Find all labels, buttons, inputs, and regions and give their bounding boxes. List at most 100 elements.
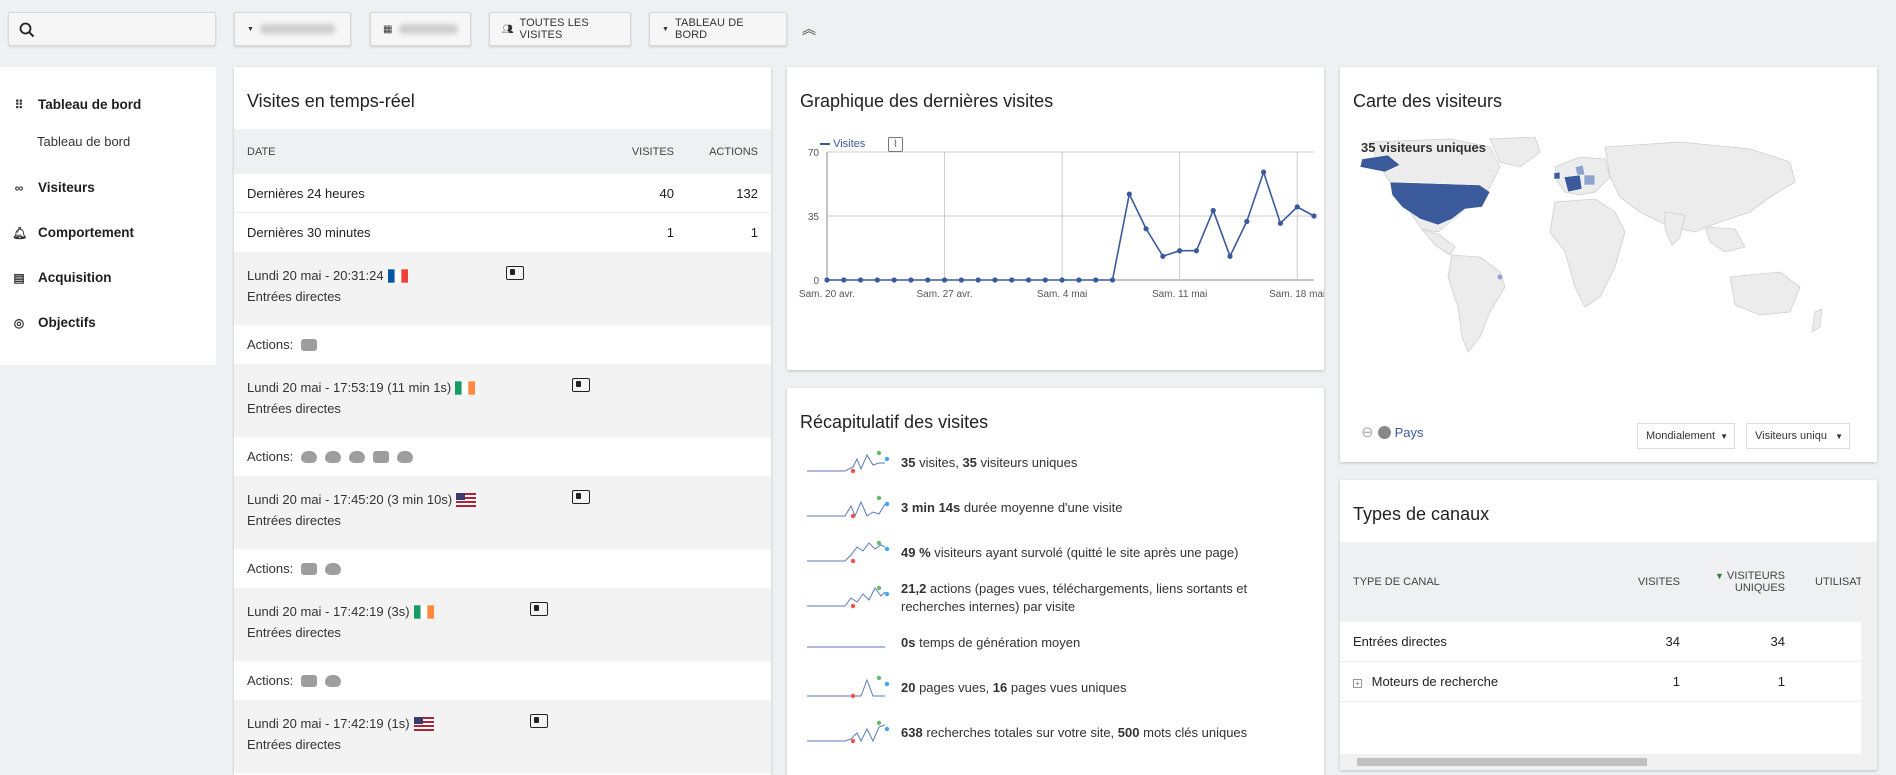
download-icon[interactable] (349, 450, 366, 463)
download-icon[interactable] (301, 450, 318, 463)
visit-entry[interactable]: Lundi 20 mai - 17:53:19 (11 min 1s) Entr… (234, 364, 771, 437)
sidebar-item-behaviour[interactable]: 🔔︎ Comportement (0, 210, 216, 255)
data-point (992, 277, 998, 283)
summary-item: 0s temps de génération moyen (787, 620, 1324, 665)
collapse-chevrons-icon[interactable]: ︽ (802, 19, 816, 39)
sidebar-item-acquisition[interactable]: ▤ Acquisition (0, 255, 216, 300)
visits-summary-widget: Récapitulatif des visites 35 visites, 35… (787, 388, 1324, 775)
download-icon[interactable] (325, 562, 342, 575)
vertical-scrollbar[interactable] (1861, 542, 1877, 754)
row-actions: 1 (750, 225, 758, 240)
sparkline-icon[interactable] (805, 539, 893, 567)
germany-region[interactable] (1583, 174, 1596, 186)
metric-select[interactable]: Visiteurs uniqu ▼ (1746, 423, 1850, 449)
folder-icon[interactable] (301, 674, 318, 687)
summary-value: 49 % (901, 544, 931, 560)
visitor-profile-icon[interactable] (572, 378, 590, 392)
row-label: Dernières 24 heures (247, 185, 365, 201)
zoom-out-icon[interactable]: ⊖ (1361, 423, 1374, 441)
column-header-users[interactable]: UTILISATE (1785, 576, 1870, 588)
visit-actions: Actions: (234, 325, 771, 364)
region-select[interactable]: Mondialement ▼ (1637, 423, 1735, 449)
summary-text: 20 pages vues, 16 pages vues uniques (901, 679, 1127, 697)
download-icon[interactable] (325, 674, 342, 687)
sidebar-item-visitors[interactable]: ∞ Visiteurs (0, 165, 216, 210)
sidebar-item-label: Objectifs (38, 315, 96, 330)
folder-icon[interactable] (301, 562, 318, 575)
summary-label: actions (pages vues, téléchargements, li… (901, 580, 1248, 614)
summary-item: 638 recherches totales sur votre site, 5… (787, 710, 1324, 755)
sparkline-icon[interactable] (805, 629, 893, 657)
column-header-unique-visitors[interactable]: ▼ VISITEURS UNIQUES (1680, 570, 1785, 594)
folder-icon[interactable] (373, 450, 390, 463)
column-header-date: DATE (247, 145, 276, 158)
visitor-profile-icon[interactable] (530, 714, 548, 728)
summary-value: 20 (901, 679, 916, 695)
data-point (958, 277, 964, 283)
search-input[interactable] (8, 12, 216, 46)
table-row[interactable]: + Moteurs de recherche 1 1 (1340, 662, 1877, 702)
x-tick-label: Sam. 20 avr. (799, 289, 855, 300)
summary-label: recherches totales sur votre site, (922, 724, 1118, 740)
row-visits: 1 (1672, 674, 1680, 689)
ireland-region[interactable] (1553, 171, 1561, 180)
dashboard-selector-button[interactable]: ▼ TABLEAU DE BORD (649, 12, 787, 46)
sidebar-subitem-dashboard[interactable]: Tableau de bord (0, 121, 216, 161)
y-tick-label: 70 (808, 148, 820, 159)
visit-entry[interactable]: Lundi 20 mai - 20:31:24 Entrées directes (234, 252, 771, 325)
visit-entry[interactable]: Lundi 20 mai - 17:45:20 (3 min 10s) Entr… (234, 476, 771, 549)
visit-entry[interactable]: Lundi 20 mai - 17:42:19 (3s) Entrées dir… (234, 588, 771, 661)
summary-label: mots clés uniques (1139, 724, 1248, 740)
visitor-profile-icon[interactable] (572, 490, 590, 504)
column-header-visits[interactable]: VISITES (1595, 576, 1680, 588)
visit-actions: Actions: (234, 437, 771, 476)
binoculars-icon: ∞ (14, 180, 24, 195)
summary-text: 638 recherches totales sur votre site, 5… (901, 724, 1247, 742)
summary-list: 35 visites, 35 visiteurs uniques 3 min 14… (787, 440, 1324, 755)
summary-text: 3 min 14s durée moyenne d'une visite (901, 499, 1122, 517)
expand-icon[interactable]: + (1353, 679, 1362, 688)
chart-legend[interactable]: Visites (820, 138, 865, 150)
sparkline-icon[interactable] (805, 584, 893, 612)
visitor-profile-icon[interactable] (530, 602, 548, 616)
sparkline-icon[interactable] (805, 449, 893, 477)
x-tick-label: Sam. 4 mai (1037, 289, 1088, 300)
country-link[interactable]: Pays (1395, 425, 1424, 440)
visit-source: Entrées directes (247, 289, 341, 304)
sidebar-item-goals[interactable]: ◎ Objectifs (0, 300, 216, 345)
data-point (925, 277, 931, 283)
world-map[interactable] (1340, 137, 1877, 367)
download-icon[interactable] (397, 450, 414, 463)
column-header-channel-type[interactable]: TYPE DE CANAL (1340, 576, 1595, 588)
summary-value: 35 (962, 454, 977, 470)
sparkline-icon[interactable] (805, 719, 893, 747)
uk-region[interactable] (1574, 164, 1586, 176)
sparkline-icon[interactable] (805, 674, 893, 702)
sort-desc-icon: ▼ (1714, 571, 1724, 581)
scrollbar-thumb[interactable] (1357, 758, 1647, 766)
download-icon[interactable] (325, 450, 342, 463)
visit-entry[interactable]: Lundi 20 mai - 17:42:19 (1s) Entrées dir… (234, 700, 771, 773)
column-header-line: UNIQUES (1734, 582, 1785, 594)
data-point (1177, 248, 1183, 254)
row-unique-visitors: 34 (1770, 634, 1785, 649)
visit-actions: Actions: (234, 661, 771, 700)
folder-icon[interactable] (301, 338, 318, 351)
table-row: Dernières 30 minutes 1 1 (234, 213, 771, 252)
summary-item: 35 visites, 35 visiteurs uniques (787, 440, 1324, 485)
sparkline-icon[interactable] (805, 494, 893, 522)
segment-selector-button[interactable]: 👥︎ TOUTES LES VISITES (489, 12, 631, 46)
visit-time: Lundi 20 mai - 17:45:20 (3 min 10s) (247, 492, 453, 507)
table-header: DATE VISITES ACTIONS (234, 129, 771, 174)
table-row[interactable]: Entrées directes 34 34 (1340, 622, 1877, 662)
site-selector-button[interactable]: ▼ (234, 12, 351, 46)
date-selector-button[interactable]: ▦ (370, 12, 471, 46)
chart-type-icon[interactable]: ⌇ (888, 137, 903, 152)
summary-value: 35 (901, 454, 916, 470)
x-tick-label: Sam. 18 mai (1269, 289, 1324, 300)
data-point (1059, 277, 1065, 283)
horizontal-scrollbar[interactable] (1340, 754, 1877, 770)
visitor-profile-icon[interactable] (506, 266, 524, 280)
usa-region[interactable] (1389, 181, 1491, 226)
sidebar-item-label: Visiteurs (38, 180, 95, 195)
